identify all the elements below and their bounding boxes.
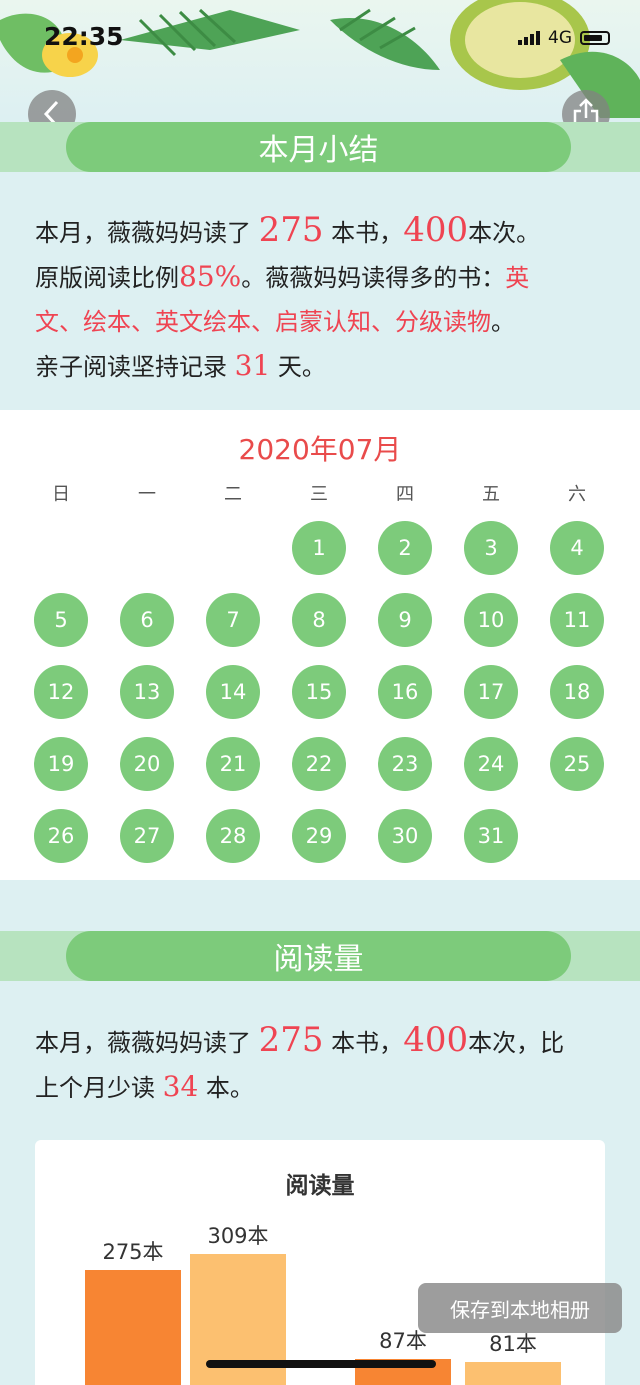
calendar-day[interactable]: 8 (292, 593, 346, 647)
chart-bar (465, 1361, 561, 1385)
calendar-day[interactable]: 2 (378, 521, 432, 575)
save-to-album-button[interactable]: 保存到本地相册 (418, 1283, 622, 1333)
calendar-day[interactable]: 28 (206, 809, 260, 863)
calendar-day[interactable]: 10 (464, 593, 518, 647)
chart-data-label: 309本 (207, 1224, 269, 1248)
weekday-label: 四 (396, 484, 414, 505)
calendar-day[interactable]: 1 (292, 521, 346, 575)
calendar-day[interactable]: 14 (206, 665, 260, 719)
top-topics: 文、绘本、英文绘本、启蒙认知、分级读物 (35, 308, 491, 336)
summary-text: 本月，薇薇妈妈读了 275 本书，400本次。 原版阅读比例85%。薇薇妈妈读得… (35, 210, 541, 382)
calendar-day[interactable]: 24 (464, 737, 518, 791)
calendar-day[interactable]: 9 (378, 593, 432, 647)
original-ratio: 85% (179, 260, 242, 293)
network-type: 4G (548, 28, 572, 48)
calendar-day[interactable]: 5 (34, 593, 88, 647)
weekday-label: 六 (568, 484, 586, 505)
calendar-day[interactable]: 7 (206, 593, 260, 647)
calendar-day[interactable]: 25 (550, 737, 604, 791)
calendar-day[interactable]: 19 (34, 737, 88, 791)
weekday-label: 二 (224, 484, 242, 505)
weekday-label: 五 (482, 484, 500, 505)
calendar-day[interactable]: 22 (292, 737, 346, 791)
calendar: 2020年07月 日一二三四五六 1 2 3 4 5 6 7 8 9 10 11 12 13 14 15 16 1… (0, 410, 640, 880)
weekday-label: 一 (138, 484, 156, 505)
chart-data-label: 275本 (102, 1240, 164, 1265)
calendar-day[interactable]: 20 (120, 737, 174, 791)
header-decoration (0, 0, 640, 118)
calendar-day[interactable]: 27 (120, 809, 174, 863)
chart-title: 阅读量 (285, 1173, 355, 1199)
calendar-day[interactable]: 29 (292, 809, 346, 863)
calendar-day[interactable]: 16 (378, 665, 432, 719)
calendar-title: 2020年07月 (238, 433, 402, 466)
calendar-day[interactable]: 3 (464, 521, 518, 575)
calendar-day[interactable]: 15 (292, 665, 346, 719)
diff-count: 34 (162, 1070, 199, 1103)
times-count: 400 (403, 210, 469, 250)
calendar-day[interactable]: 31 (464, 809, 518, 863)
calendar-day[interactable]: 18 (550, 665, 604, 719)
section-title-reading: 阅读量 (66, 931, 571, 981)
calendar-day[interactable]: 21 (206, 737, 260, 791)
signal-icon (518, 31, 540, 45)
status-bar-right: 4G (518, 28, 610, 48)
calendar-day[interactable]: 23 (378, 737, 432, 791)
calendar-day[interactable]: 26 (34, 809, 88, 863)
calendar-day[interactable]: 30 (378, 809, 432, 863)
battery-icon (580, 31, 610, 45)
books-count: 275 (258, 210, 324, 250)
reading-text: 本月，薇薇妈妈读了 275 本书，400本次，比 上个月少读 34 本。 (35, 1020, 565, 1103)
calendar-day[interactable]: 12 (34, 665, 88, 719)
weekday-label: 三 (310, 484, 328, 505)
status-time: 22:35 (44, 22, 124, 51)
calendar-day[interactable]: 6 (120, 593, 174, 647)
home-indicator (206, 1360, 436, 1368)
section-title-summary: 本月小结 (66, 122, 571, 172)
reading-chart: 阅读量 275本 309本 87本 81本 (35, 1140, 605, 1385)
leaf-decoration-icon (0, 0, 640, 118)
chart-bar (85, 1270, 181, 1385)
calendar-day[interactable]: 13 (120, 665, 174, 719)
calendar-day[interactable]: 11 (550, 593, 604, 647)
calendar-day[interactable]: 17 (464, 665, 518, 719)
streak-days: 31 (234, 349, 271, 382)
calendar-day[interactable]: 4 (550, 521, 604, 575)
weekday-label: 日 (52, 484, 70, 505)
